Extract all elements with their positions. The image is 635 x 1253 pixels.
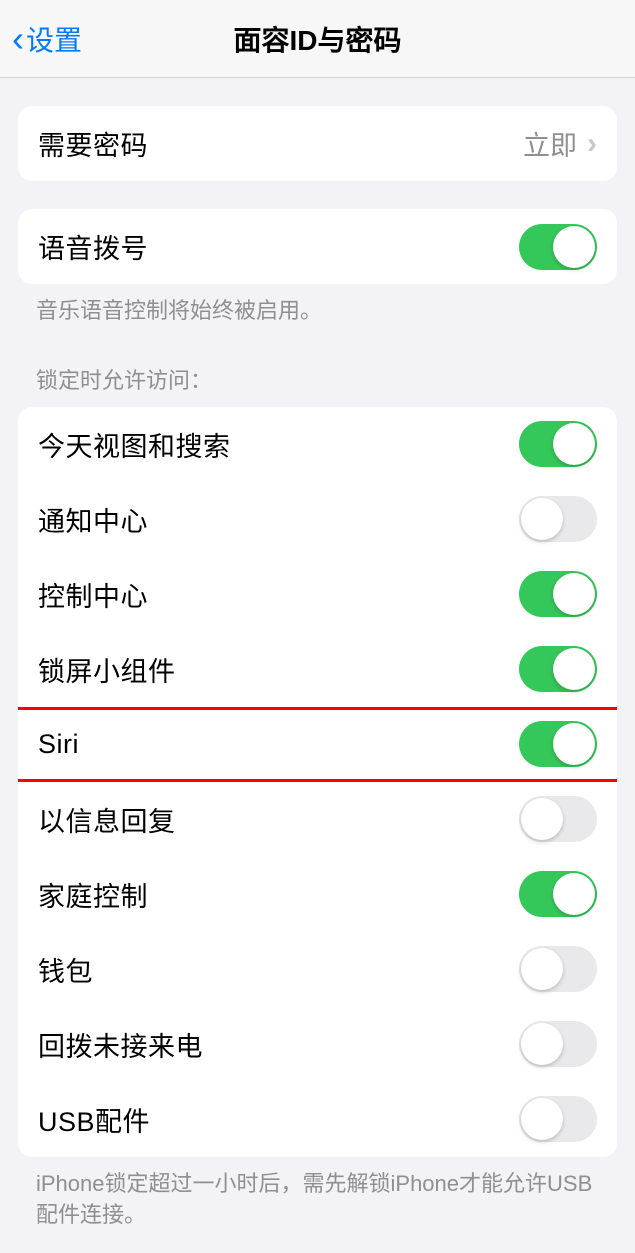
lock-access-label: 钱包 bbox=[38, 950, 93, 989]
toggle-knob bbox=[553, 573, 595, 615]
lock-access-toggle[interactable] bbox=[519, 571, 597, 617]
require-passcode-group: 需要密码 立即 › bbox=[18, 106, 617, 181]
lock-access-toggle[interactable] bbox=[519, 421, 597, 467]
lock-access-toggle[interactable] bbox=[519, 871, 597, 917]
back-label: 设置 bbox=[26, 19, 82, 59]
lock-access-label: 通知中心 bbox=[38, 500, 148, 539]
lock-access-toggle[interactable] bbox=[519, 496, 597, 542]
lock-access-toggle[interactable] bbox=[519, 796, 597, 842]
lock-access-row: 家庭控制 bbox=[18, 857, 617, 932]
require-passcode-value-container: 立即 › bbox=[523, 124, 597, 163]
lock-access-toggle[interactable] bbox=[519, 1021, 597, 1067]
lock-access-row: USB配件 bbox=[18, 1082, 617, 1157]
lock-access-row: 钱包 bbox=[18, 932, 617, 1007]
lock-access-row: 控制中心 bbox=[18, 557, 617, 632]
lock-access-row: 通知中心 bbox=[18, 482, 617, 557]
voice-dial-label: 语音拨号 bbox=[38, 227, 148, 266]
navigation-header: ‹ 设置 面容ID与密码 bbox=[0, 0, 635, 78]
toggle-knob bbox=[553, 226, 595, 268]
lock-access-label: 今天视图和搜索 bbox=[38, 425, 231, 464]
lock-access-group: 今天视图和搜索通知中心控制中心锁屏小组件 Siri 以信息回复家庭控制钱包回拨未接来… bbox=[18, 407, 617, 1157]
lock-access-row: 回拨未接来电 bbox=[18, 1007, 617, 1082]
voice-dial-footer: 音乐语音控制将始终被启用。 bbox=[0, 284, 635, 327]
toggle-knob bbox=[553, 873, 595, 915]
lock-access-row: Siri bbox=[18, 707, 617, 782]
lock-access-label: 控制中心 bbox=[38, 575, 148, 614]
toggle-knob bbox=[553, 648, 595, 690]
chevron-left-icon: ‹ bbox=[12, 21, 24, 57]
lock-access-label: 以信息回复 bbox=[38, 800, 176, 839]
lock-access-label: 回拨未接来电 bbox=[38, 1025, 203, 1064]
lock-access-label: Siri bbox=[38, 729, 79, 760]
toggle-knob bbox=[521, 1023, 563, 1065]
voice-dial-group: 语音拨号 bbox=[18, 209, 617, 284]
lock-access-toggle[interactable] bbox=[519, 1096, 597, 1142]
back-button[interactable]: ‹ 设置 bbox=[12, 19, 82, 59]
lock-access-header: 锁定时允许访问： bbox=[0, 363, 635, 407]
lock-access-footer: iPhone锁定超过一小时后，需先解锁iPhone才能允许USB配件连接。 bbox=[0, 1157, 635, 1231]
lock-access-toggle[interactable] bbox=[519, 646, 597, 692]
voice-dial-row: 语音拨号 bbox=[18, 209, 617, 284]
lock-access-label: USB配件 bbox=[38, 1100, 150, 1139]
toggle-knob bbox=[521, 948, 563, 990]
toggle-knob bbox=[553, 423, 595, 465]
page-title: 面容ID与密码 bbox=[233, 19, 401, 59]
toggle-knob bbox=[521, 498, 563, 540]
toggle-knob bbox=[521, 1098, 563, 1140]
toggle-knob bbox=[553, 723, 595, 765]
require-passcode-row[interactable]: 需要密码 立即 › bbox=[18, 106, 617, 181]
lock-access-toggle[interactable] bbox=[519, 946, 597, 992]
lock-access-row: 以信息回复 bbox=[18, 782, 617, 857]
toggle-knob bbox=[521, 798, 563, 840]
lock-access-label: 锁屏小组件 bbox=[38, 650, 176, 689]
voice-dial-toggle[interactable] bbox=[519, 224, 597, 270]
require-passcode-label: 需要密码 bbox=[38, 124, 148, 163]
lock-access-toggle[interactable] bbox=[519, 721, 597, 767]
lock-access-row: 今天视图和搜索 bbox=[18, 407, 617, 482]
lock-access-row: 锁屏小组件 bbox=[18, 632, 617, 707]
lock-access-label: 家庭控制 bbox=[38, 875, 148, 914]
require-passcode-value: 立即 bbox=[523, 124, 577, 163]
chevron-right-icon: › bbox=[587, 129, 597, 159]
